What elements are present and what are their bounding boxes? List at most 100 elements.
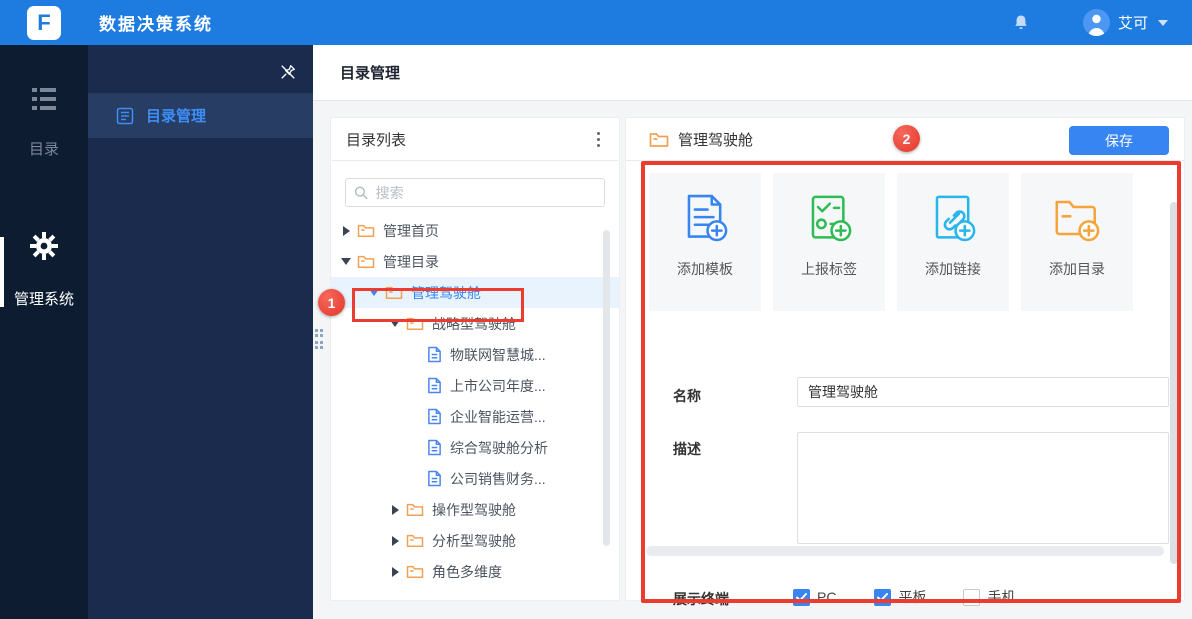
tree-node-label: 分析型驾驶舱 — [432, 532, 516, 549]
app-logo-icon: F — [27, 5, 61, 40]
tree-node-doc[interactable]: 上市公司年度... — [331, 370, 619, 401]
rail-item-catalog[interactable]: 目录 — [0, 87, 88, 159]
report-tag-icon — [811, 195, 852, 242]
checkbox-mobile[interactable]: 手机 — [963, 587, 1015, 607]
chevron-down-icon[interactable] — [368, 289, 380, 296]
tree-node-label: 物联网智慧城... — [450, 346, 546, 363]
page-header: 目录管理 — [313, 45, 1192, 101]
tree-node-label: 企业智能运营... — [450, 408, 546, 425]
add-template-card[interactable]: 添加模板 — [649, 173, 761, 311]
rail-item-admin[interactable]: 管理系统 — [0, 231, 88, 309]
terminal-label: 展示终端 — [673, 591, 729, 607]
chevron-right-icon[interactable] — [389, 504, 401, 515]
card-label: 上报标签 — [801, 261, 857, 277]
horizontal-scrollbar[interactable] — [646, 546, 1164, 556]
tree-node-folder[interactable]: 战略型驾驶舱 — [331, 308, 619, 339]
checkbox-unchecked-icon — [963, 588, 981, 606]
add-link-icon — [935, 195, 976, 242]
tree-node-doc[interactable]: 综合驾驶舱分析 — [331, 432, 619, 463]
report-tag-card[interactable]: 上报标签 — [773, 173, 885, 311]
tree-node-doc[interactable]: 物联网智慧城... — [331, 339, 619, 370]
submenu-panel: 目录管理 — [88, 45, 313, 619]
splitter-handle-left[interactable] — [314, 328, 325, 355]
chevron-right-icon[interactable] — [389, 566, 401, 577]
tree-node-label: 操作型驾驶舱 — [432, 501, 516, 518]
app-title: 数据决策系统 — [99, 15, 213, 34]
catalog-list-icon — [116, 107, 134, 124]
tree-panel-header: 目录列表 — [332, 118, 618, 161]
chevron-down-icon[interactable] — [340, 258, 352, 265]
action-cards: 添加模板 上报标签 添加链接 添加目录 — [649, 173, 1133, 311]
folder-icon — [406, 316, 424, 331]
name-label: 名称 — [673, 388, 701, 404]
document-icon — [427, 439, 442, 456]
tree-node-label: 战略型驾驶舱 — [432, 315, 516, 332]
topbar-right: 艾可 — [1011, 9, 1168, 36]
folder-icon — [406, 564, 424, 579]
username: 艾可 — [1117, 15, 1148, 32]
tree-node-folder[interactable]: 管理目录 — [331, 246, 619, 277]
checkbox-pc[interactable]: PC — [793, 588, 836, 606]
tree-node-folder[interactable]: 分析型驾驶舱 — [331, 525, 619, 556]
tree-node-label: 角色多维度 — [432, 563, 502, 580]
chevron-down-icon[interactable] — [389, 320, 401, 327]
tree-node-folder[interactable]: 管理首页 — [331, 215, 619, 246]
tree-node-doc[interactable]: 公司销售财务... — [331, 463, 619, 494]
add-link-card[interactable]: 添加链接 — [897, 173, 1009, 311]
folder-icon — [357, 254, 375, 269]
add-folder-icon — [1055, 200, 1100, 242]
tree-node-label: 管理首页 — [383, 222, 439, 239]
checkbox-tablet[interactable]: 平板 — [874, 587, 926, 607]
notification-bell-icon[interactable] — [1011, 12, 1031, 34]
list-icon — [32, 88, 56, 110]
tree-node-label: 管理驾驶舱 — [411, 284, 481, 301]
document-icon — [427, 377, 442, 394]
submenu-item-catalog-mgmt[interactable]: 目录管理 — [88, 93, 313, 138]
submenu-item-label: 目录管理 — [146, 108, 207, 125]
description-label: 描述 — [673, 441, 701, 457]
tree-node-label: 管理目录 — [383, 253, 439, 270]
tree-vertical-scrollbar[interactable] — [603, 230, 610, 546]
document-icon — [427, 346, 442, 363]
top-bar: F 数据决策系统 艾可 — [0, 0, 1192, 45]
kebab-menu-icon[interactable] — [593, 128, 604, 151]
rail-item-label: 目录 — [28, 141, 59, 158]
tree-node-folder-selected[interactable]: 管理驾驶舱 — [331, 277, 619, 308]
search-input[interactable] — [375, 184, 596, 201]
document-icon — [427, 470, 442, 487]
add-template-icon — [687, 194, 728, 242]
unpin-icon[interactable] — [279, 63, 297, 81]
description-field[interactable] — [797, 432, 1169, 544]
folder-icon — [406, 533, 424, 548]
save-button[interactable]: 保存 — [1069, 126, 1169, 155]
tree-node-label: 公司销售财务... — [450, 470, 546, 487]
page-title: 目录管理 — [340, 65, 401, 82]
catalog-tree: 管理首页 管理目录 管理驾驶舱 战略型驾驶舱 物联网智慧城... 上市公司年度.… — [331, 215, 619, 587]
card-label: 添加模板 — [677, 261, 733, 277]
tree-node-folder[interactable]: 角色多维度 — [331, 556, 619, 587]
tree-node-folder[interactable]: 操作型驾驶舱 — [331, 494, 619, 525]
checkbox-checked-icon — [874, 588, 892, 606]
checkbox-label: 手机 — [987, 589, 1016, 605]
catalog-tree-panel: 目录列表 管理首页 管理目录 管理驾 — [330, 117, 620, 601]
detail-title: 管理驾驶舱 — [678, 131, 754, 149]
chevron-right-icon[interactable] — [340, 225, 352, 236]
left-rail: 目录 管理系统 — [0, 45, 88, 619]
chevron-down-icon[interactable] — [1158, 19, 1168, 26]
checkbox-label: 平板 — [898, 589, 927, 605]
user-icon — [1088, 14, 1105, 36]
tree-node-label: 上市公司年度... — [450, 377, 546, 394]
vertical-scrollbar[interactable] — [1170, 202, 1178, 564]
add-folder-card[interactable]: 添加目录 — [1021, 173, 1133, 311]
detail-panel: 管理驾驶舱 保存 添加模板 上报标签 添加链接 添加目录 名称 管理驾驶舱 描述… — [625, 117, 1185, 607]
document-icon — [427, 408, 442, 425]
tree-search — [345, 178, 605, 207]
tree-node-doc[interactable]: 企业智能运营... — [331, 401, 619, 432]
chevron-right-icon[interactable] — [389, 535, 401, 546]
search-icon — [354, 186, 368, 199]
terminal-options: PC 平板 手机 — [793, 587, 1053, 607]
name-field[interactable] — [797, 377, 1169, 407]
folder-icon — [385, 285, 403, 300]
checkbox-checked-icon — [793, 588, 810, 606]
user-avatar[interactable] — [1082, 9, 1110, 36]
